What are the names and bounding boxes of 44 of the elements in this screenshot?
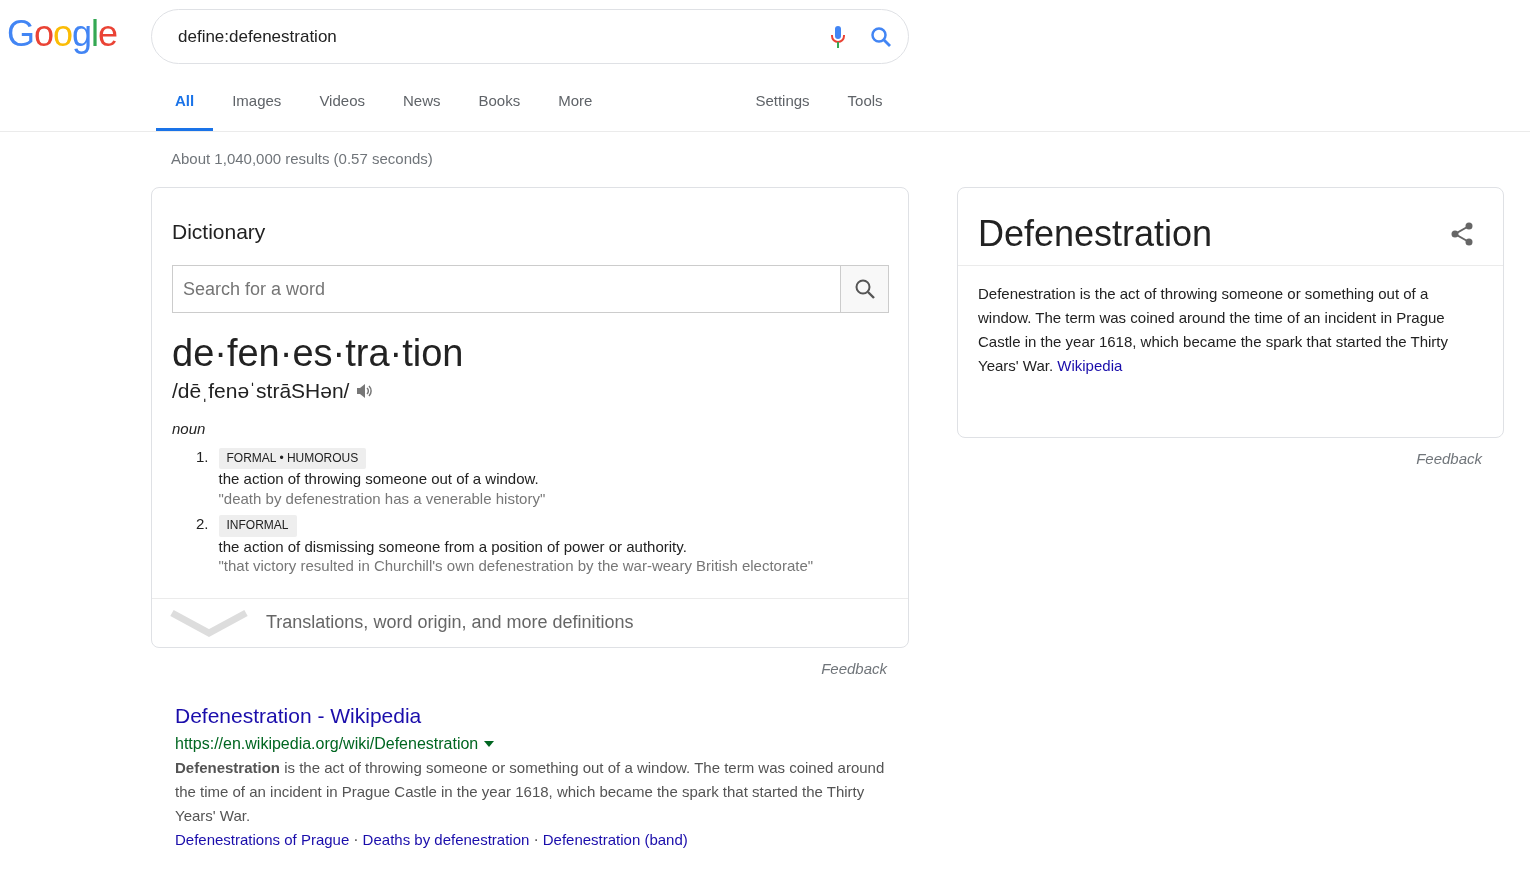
tab[interactable]: Images <box>213 89 301 131</box>
separator: · <box>352 831 360 848</box>
usage-label: INFORMAL <box>218 515 297 537</box>
tab[interactable]: News <box>383 89 460 131</box>
related-link[interactable]: Deaths by defenestration <box>362 831 530 848</box>
microphone-icon[interactable] <box>830 24 846 49</box>
example: "that victory resulted in Churchill's own defenestration by the war-weary British electorate" <box>218 556 814 576</box>
logo[interactable]: Google <box>7 15 151 52</box>
panel-description: Defenestration is the act of throwing someone or something out of a window. The term was coined around the time of an incident in Prague Castle in the year 1618, which became the spark that started the Thirty Years' War. Wikipedia <box>977 283 1449 376</box>
panel-title: Defenestration <box>978 211 1213 256</box>
sense-number: 1. <box>196 446 209 467</box>
share-icon[interactable] <box>1451 221 1473 246</box>
tab[interactable]: Books <box>459 89 540 131</box>
search-icon <box>853 278 876 300</box>
search-input[interactable]: define:defenestration <box>176 22 830 51</box>
separator: · <box>532 831 540 848</box>
caret-icon[interactable] <box>484 741 495 747</box>
result-stats: About 1,040,000 results (0.57 seconds) <box>170 149 434 169</box>
definition: the action of dismissing someone from a position of power or authority. <box>218 537 688 557</box>
result-snippet: Defenestration is the act of throwing someone or something out of a window. The term was coined around the time of an incident in Prague Castle in the year 1618, which became the spark that started the Thirty Years' War. <box>175 758 885 826</box>
result-title-link[interactable]: Defenestration - Wikipedia <box>175 704 422 728</box>
search-icon[interactable] <box>870 25 892 48</box>
headword: de·fen·es·tra·tion <box>171 331 465 375</box>
speaker-icon[interactable] <box>355 381 374 400</box>
usage-label: FORMAL • HUMOROUS <box>218 447 367 470</box>
feedback-link[interactable]: Feedback <box>151 648 909 681</box>
feedback-link[interactable]: Feedback <box>957 437 1504 470</box>
tab[interactable]: More <box>539 89 612 131</box>
tab[interactable]: Videos <box>300 89 384 131</box>
result-url: https://en.wikipedia.org/wiki/Defenestration <box>175 734 479 754</box>
example: "death by defenestration has a venerable history" <box>218 488 546 509</box>
related-link[interactable]: Defenestration (band) <box>542 831 688 848</box>
source-link[interactable]: Wikipedia <box>1057 356 1123 374</box>
part-of-speech: noun <box>171 419 207 440</box>
tools-link[interactable]: Settings <box>736 89 829 131</box>
search-button[interactable] <box>840 266 888 312</box>
card-title: Dictionary <box>171 218 267 245</box>
tab[interactable]: All <box>156 89 214 131</box>
sense-number: 2. <box>196 514 209 535</box>
pronunciation: /dēˌfenəˈstrāSHən/ <box>172 377 350 404</box>
related-link[interactable]: Defenestrations of Prague <box>175 831 350 848</box>
more-definitions-link[interactable]: Translations, word origin, and more definitions <box>266 609 634 637</box>
tools-link[interactable]: Tools <box>828 89 902 131</box>
definition: the action of throwing someone out of a window. <box>218 469 540 489</box>
